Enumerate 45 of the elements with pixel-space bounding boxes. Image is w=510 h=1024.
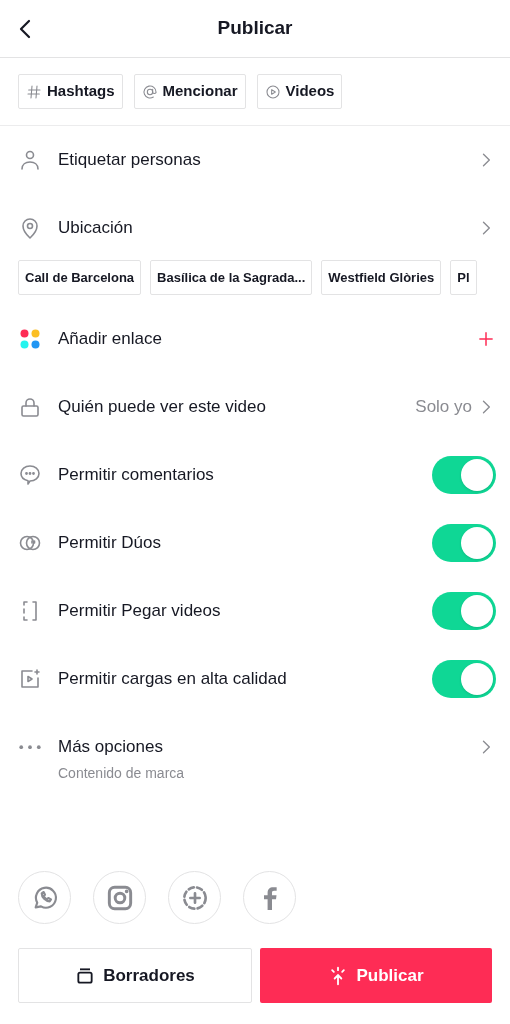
settings-row[interactable]: Añadir enlace [0, 305, 510, 373]
settings-row[interactable]: Permitir Pegar videos [0, 577, 510, 645]
toggle-switch[interactable] [432, 592, 496, 630]
play-circle-icon [264, 83, 281, 100]
drafts-icon [75, 965, 96, 986]
setting-label: Añadir enlace [58, 328, 163, 351]
settings-row[interactable]: Permitir cargas en alta calidad [0, 645, 510, 713]
toggle-switch[interactable] [432, 456, 496, 494]
settings-row[interactable]: Ubicación [0, 194, 510, 262]
tag-chip[interactable]: Videos [256, 74, 343, 109]
location-chip[interactable]: Westfield Glòries [321, 260, 442, 295]
setting-label: Permitir cargas en alta calidad [58, 668, 288, 691]
toggle-switch[interactable] [432, 524, 496, 562]
setting-label: Ubicación [58, 217, 134, 240]
tag-chip[interactable]: Hashtags [18, 74, 123, 109]
publish-button[interactable]: Publicar [260, 948, 492, 1003]
more-icon [19, 744, 41, 750]
setting-label: Etiquetar personas [58, 149, 202, 172]
settings-row[interactable]: Etiquetar personas [0, 126, 510, 194]
settings-row[interactable]: Quién puede ver este video Solo yo [0, 373, 510, 441]
setting-label: Permitir Pegar videos [58, 600, 222, 623]
hash-icon [26, 83, 42, 100]
at-sign-icon [141, 83, 158, 100]
settings-row[interactable]: Permitir comentarios [0, 441, 510, 509]
location-chip[interactable]: Pl [450, 260, 477, 295]
toggle-switch[interactable] [432, 660, 496, 698]
setting-value: Solo yo [415, 396, 472, 419]
colored-dots-icon [18, 327, 42, 351]
setting-label: Más opciones [58, 735, 164, 758]
drafts-button[interactable]: Borradores [18, 948, 252, 1003]
setting-label: Permitir comentarios [58, 464, 215, 487]
video-upload-icon [18, 667, 42, 691]
settings-row[interactable]: Permitir Dúos [0, 509, 510, 577]
setting-label: Quién puede ver este video [58, 396, 267, 419]
plus-icon [476, 329, 496, 349]
page-title: Publicar [217, 16, 293, 41]
location-chip[interactable]: Call de Barcelona [18, 260, 142, 295]
settings-row[interactable]: Más opciones Contenido de marca [0, 713, 510, 781]
speech-bubble-icon [18, 463, 42, 487]
location-chip[interactable]: Basílica de la Sagrada... [150, 260, 313, 295]
tag-chip[interactable]: Mencionar [133, 74, 246, 109]
setting-subtitle: Contenido de marca [58, 764, 186, 784]
person-icon [18, 148, 42, 172]
setting-label: Permitir Dúos [58, 532, 162, 555]
lock-icon [18, 395, 42, 419]
